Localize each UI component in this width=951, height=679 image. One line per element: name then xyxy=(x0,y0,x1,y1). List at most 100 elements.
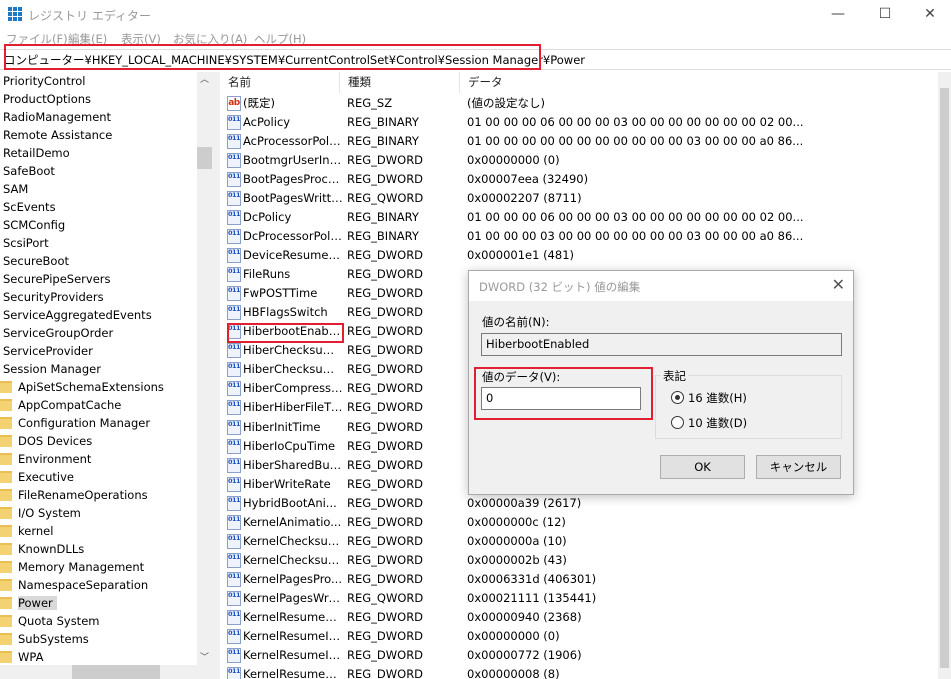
tree-item[interactable]: SAM xyxy=(3,180,28,198)
title-bar: レジストリ エディター — ☐ ✕ xyxy=(0,0,951,30)
close-button[interactable]: ✕ xyxy=(907,0,951,30)
tree-item[interactable]: ServiceAggregatedEvents xyxy=(3,306,152,324)
tree-item[interactable]: WPA xyxy=(0,648,43,666)
tree-item[interactable]: ServiceProvider xyxy=(3,342,93,360)
dialog-close-icon[interactable]: ✕ xyxy=(832,275,845,294)
column-header-name[interactable]: 名前 xyxy=(220,72,340,93)
tree-vertical-scrollbar[interactable]: ︿ ﹀ xyxy=(197,72,212,665)
dec-label[interactable]: 10 進数(D) xyxy=(688,415,747,431)
column-header-type[interactable]: 種類 xyxy=(340,72,460,93)
table-row[interactable]: 011 110DcProcessorPoli... REG_BINARY 01 00… xyxy=(220,227,938,246)
table-row[interactable]: 011 110KernelChecksum... REG_DWORD 0x00000… xyxy=(220,532,938,551)
scroll-thumb[interactable] xyxy=(940,88,949,668)
scroll-up-icon[interactable]: ︿ xyxy=(200,72,209,85)
tree-item[interactable]: ScEvents xyxy=(3,198,56,216)
value-name: DcPolicy xyxy=(243,210,292,225)
table-row[interactable]: 011 110KernelChecksum... REG_DWORD 0x00000… xyxy=(220,551,938,570)
tree-item[interactable]: ServiceGroupOrder xyxy=(3,324,113,342)
tree-item[interactable]: FileRenameOperations xyxy=(0,486,148,504)
hex-radio[interactable] xyxy=(671,391,684,404)
scroll-down-icon[interactable]: ﹀ xyxy=(200,650,209,663)
tree-item[interactable]: SecurePipeServers xyxy=(3,270,111,288)
table-row[interactable]: ab (既定) REG_SZ (値の設定なし) xyxy=(220,94,938,113)
value-name: BootPagesProce... xyxy=(243,172,343,187)
tree-item[interactable]: SecurityProviders xyxy=(3,288,104,306)
hex-label[interactable]: 16 進数(H) xyxy=(688,390,747,406)
tree-item[interactable]: Memory Management xyxy=(0,558,144,576)
dec-radio[interactable] xyxy=(671,416,684,429)
table-row[interactable]: 011 110AcPolicy REG_BINARY 01 00 00 00 06 … xyxy=(220,113,938,132)
tree-item[interactable]: Quota System xyxy=(0,612,99,630)
tree-item[interactable]: DOS Devices xyxy=(0,432,92,450)
table-row[interactable]: 011 110BootPagesProce... REG_DWORD 0x00007… xyxy=(220,170,938,189)
value-name: KernelResumeIni... xyxy=(243,628,343,643)
tree-item[interactable]: SafeBoot xyxy=(3,162,55,180)
minimize-button[interactable]: — xyxy=(815,0,861,30)
tree-item[interactable]: ApiSetSchemaExtensions xyxy=(0,378,164,396)
pane-splitter[interactable] xyxy=(212,72,220,679)
value-name: BootmgrUserInp... xyxy=(243,153,343,168)
tree-item[interactable]: SCMConfig xyxy=(3,216,65,234)
binary-value-icon: 011 110 xyxy=(227,172,241,188)
cancel-button[interactable]: キャンセル xyxy=(756,455,841,479)
value-type: REG_DWORD xyxy=(347,267,424,282)
scroll-thumb[interactable] xyxy=(72,665,160,679)
value-type: REG_DWORD xyxy=(347,533,424,548)
tree-item[interactable]: Executive xyxy=(0,468,74,486)
tree-item[interactable]: ProductOptions xyxy=(3,90,91,108)
table-row[interactable]: 011 110AcProcessorPoli... REG_BINARY 01 00… xyxy=(220,132,938,151)
table-row[interactable]: 011 110KernelAnimatio... REG_DWORD 0x00000… xyxy=(220,513,938,532)
binary-value-icon: 011 110 xyxy=(227,286,241,302)
key-tree[interactable]: PriorityControl ProductOptions RadioManage… xyxy=(0,72,197,679)
table-row[interactable]: 011 110DcPolicy REG_BINARY 01 00 00 00 06 … xyxy=(220,208,938,227)
table-row[interactable]: 011 110BootPagesWritten REG_QWORD 0x000022… xyxy=(220,189,938,208)
tree-item-label: ApiSetSchemaExtensions xyxy=(18,380,164,394)
table-row[interactable]: 011 110KernelResumeHi... REG_DWORD 0x00000… xyxy=(220,608,938,627)
folder-icon xyxy=(0,597,12,609)
tree-item[interactable]: kernel xyxy=(0,522,53,540)
table-row[interactable]: 011 110KernelPagesWrit... REG_QWORD 0x0002… xyxy=(220,589,938,608)
ok-button[interactable]: OK xyxy=(660,455,745,479)
tree-item[interactable]: SubSystems xyxy=(0,630,89,648)
value-type: REG_DWORD xyxy=(347,343,424,358)
value-data: (値の設定なし) xyxy=(467,96,545,110)
tree-item[interactable]: Remote Assistance xyxy=(3,126,112,144)
tree-item[interactable]: I/O System xyxy=(0,504,81,522)
table-row[interactable]: 011 110HybridBootAni... REG_DWORD 0x00000a… xyxy=(220,494,938,513)
tree-item[interactable]: KnownDLLs xyxy=(0,540,84,558)
column-header-data[interactable]: データ xyxy=(460,72,938,93)
scroll-thumb[interactable] xyxy=(197,147,212,169)
value-name: AcProcessorPoli... xyxy=(243,134,343,149)
value-data: 01 00 00 00 00 00 00 00 00 00 00 00 03 0… xyxy=(467,134,804,149)
binary-value-icon: 011 110 xyxy=(227,609,241,625)
tree-item[interactable]: ScsiPort xyxy=(3,234,49,252)
table-row[interactable]: 011 110DeviceResumeTi... REG_DWORD 0x00000… xyxy=(220,246,938,265)
tree-item[interactable]: RadioManagement xyxy=(3,108,111,126)
value-type: REG_DWORD xyxy=(347,381,424,396)
value-type: REG_DWORD xyxy=(347,571,424,586)
value-data: 01 00 00 00 06 00 00 00 03 00 00 00 00 0… xyxy=(467,115,804,130)
tree-item[interactable]: Environment xyxy=(0,450,91,468)
maximize-button[interactable]: ☐ xyxy=(862,0,908,30)
tree-item[interactable]: AppCompatCache xyxy=(0,396,121,414)
tree-item[interactable]: Session Manager xyxy=(3,360,101,378)
table-row[interactable]: 011 110KernelResumeSh... REG_DWORD 0x00000… xyxy=(220,665,938,679)
table-row[interactable]: 011 110BootmgrUserInp... REG_DWORD 0x00000… xyxy=(220,151,938,170)
folder-icon xyxy=(0,489,12,501)
list-vertical-scrollbar[interactable] xyxy=(938,72,951,679)
tree-item[interactable]: PriorityControl xyxy=(3,72,86,90)
table-row[interactable]: 011 110KernelResumeIni... REG_DWORD 0x0000… xyxy=(220,627,938,646)
tree-item-label: WPA xyxy=(18,650,44,664)
value-type: REG_DWORD xyxy=(347,438,424,453)
tree-item[interactable]: SecureBoot xyxy=(3,252,69,270)
tree-item[interactable]: Power xyxy=(0,594,57,612)
tree-item[interactable]: Configuration Manager xyxy=(0,414,150,432)
folder-icon xyxy=(0,579,12,591)
value-data-highlight-box xyxy=(474,367,653,420)
table-row[interactable]: 011 110KernelPagesPro... REG_DWORD 0x00063… xyxy=(220,570,938,589)
table-row[interactable]: 011 110KernelResumeIo... REG_DWORD 0x00000… xyxy=(220,646,938,665)
tree-item[interactable]: NamespaceSeparation xyxy=(0,576,148,594)
tree-horizontal-scrollbar[interactable] xyxy=(0,665,212,679)
tree-item[interactable]: RetailDemo xyxy=(3,144,70,162)
folder-icon xyxy=(0,507,12,519)
